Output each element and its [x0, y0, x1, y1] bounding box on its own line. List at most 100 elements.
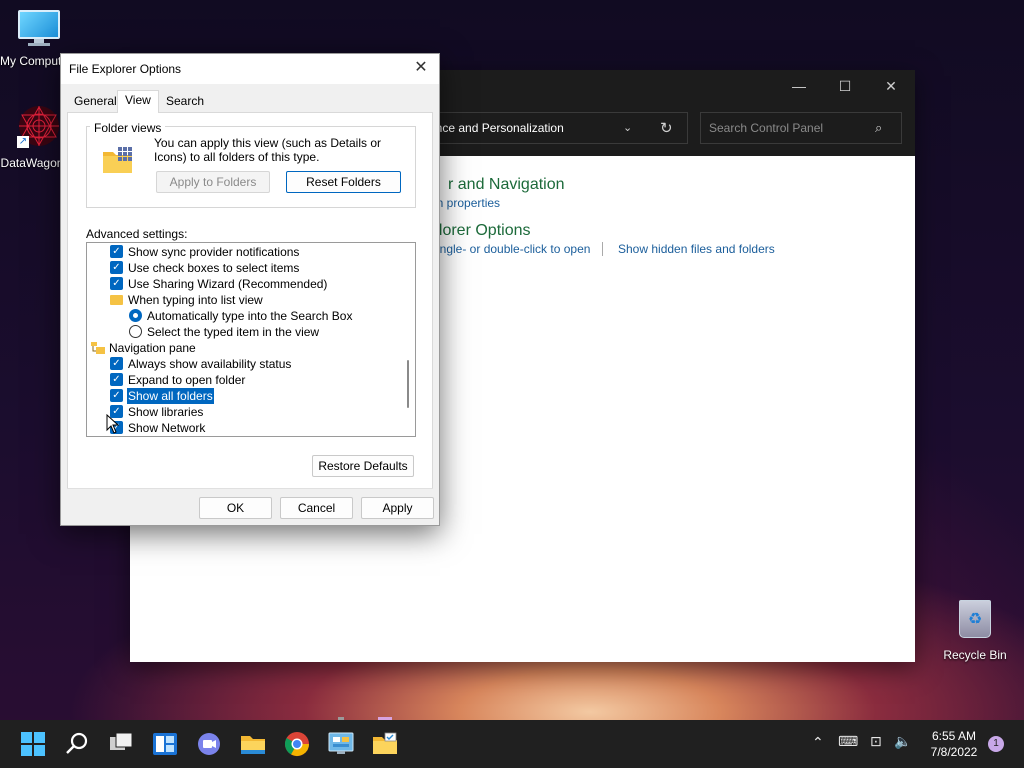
folder-view-icon: [102, 146, 134, 174]
setting-group-navigation-pane: Navigation pane: [87, 340, 397, 356]
category-heading-navigation[interactable]: r and Navigation: [448, 176, 565, 194]
tab-general[interactable]: General: [67, 92, 124, 113]
setting-label: Use check boxes to select items: [128, 261, 300, 275]
setting-label-selected: Show all folders: [127, 388, 214, 404]
file-explorer-options-dialog: File Explorer Options ✕ General View Sea…: [60, 53, 440, 526]
link-navigation-properties[interactable]: on properties: [430, 196, 500, 210]
control-panel-icon[interactable]: [326, 729, 356, 759]
setting-label: Select the typed item in the view: [147, 325, 320, 339]
setting-select-typed-item[interactable]: Select the typed item in the view: [87, 324, 397, 340]
dialog-title: File Explorer Options: [69, 62, 182, 76]
task-view-icon[interactable]: [106, 729, 136, 759]
desktop-icon-label: DataWagon: [0, 156, 64, 170]
taskbar: ⌃ ⌨ ⊡ 🔈: [0, 720, 1024, 768]
setting-label: When typing into list view: [128, 293, 263, 307]
link-single-double-click[interactable]: ingle- or double-click to open: [437, 242, 590, 256]
setting-label: Show Network: [128, 421, 206, 435]
desktop-icon-label: My Computer: [0, 54, 64, 68]
setting-expand-to-open-folder[interactable]: ✓ Expand to open folder: [87, 372, 397, 388]
folder-views-description: You can apply this view (such as Details…: [154, 136, 382, 164]
advanced-settings-list[interactable]: ✓ Show sync provider notifications ✓ Use…: [86, 242, 416, 437]
mouse-cursor-icon: [106, 413, 120, 434]
navigation-pane-icon: [91, 342, 105, 354]
checkbox-checked-icon[interactable]: ✓: [110, 373, 123, 386]
minimize-button[interactable]: —: [776, 70, 822, 102]
setting-group-typing-list-view: When typing into list view: [87, 292, 397, 308]
radio-unselected-icon[interactable]: [129, 325, 142, 338]
teams-chat-icon[interactable]: [194, 729, 224, 759]
search-icon[interactable]: [62, 729, 92, 759]
scrollbar-thumb[interactable]: [407, 360, 409, 408]
cancel-button[interactable]: Cancel: [280, 497, 353, 519]
ok-button[interactable]: OK: [199, 497, 272, 519]
chevron-up-icon[interactable]: ⌃: [812, 734, 824, 751]
apply-button[interactable]: Apply: [361, 497, 434, 519]
monitor-icon: [18, 10, 60, 46]
reset-folders-button[interactable]: Reset Folders: [286, 171, 401, 193]
tab-search[interactable]: Search: [159, 92, 211, 113]
tab-label: View: [125, 93, 151, 107]
address-text: rance and Personalization: [425, 121, 564, 135]
widgets-icon[interactable]: [150, 729, 180, 759]
desktop-icon-recycle-bin[interactable]: ♻ Recycle Bin: [936, 596, 1014, 662]
search-input[interactable]: Search Control Panel: [700, 112, 902, 144]
link-separator: [602, 242, 603, 256]
advanced-settings-label: Advanced settings:: [86, 227, 188, 241]
datawagon-logo-icon: ↗: [17, 104, 61, 148]
setting-show-sync-notifications[interactable]: ✓ Show sync provider notifications: [87, 244, 397, 260]
refresh-icon[interactable]: ↻: [660, 119, 673, 137]
folder-views-title: Folder views: [90, 121, 166, 135]
address-bar[interactable]: rance and Personalization: [425, 112, 688, 144]
checkbox-checked-icon[interactable]: ✓: [110, 277, 123, 290]
category-heading-explorer-options[interactable]: plorer Options: [430, 222, 531, 240]
button-bar-separator: [67, 488, 433, 489]
active-app-indicator: [378, 717, 392, 720]
search-placeholder: Search Control Panel: [709, 121, 824, 135]
setting-show-all-folders[interactable]: ✓ Show all folders: [87, 388, 397, 404]
search-icon[interactable]: ⌕: [875, 120, 882, 136]
setting-always-show-availability[interactable]: ✓ Always show availability status: [87, 356, 397, 372]
setting-show-libraries[interactable]: ✓ Show libraries: [87, 404, 397, 420]
network-icon[interactable]: ⊡: [870, 733, 882, 750]
checkbox-checked-icon[interactable]: ✓: [110, 357, 123, 370]
chrome-icon[interactable]: [282, 729, 312, 759]
volume-icon[interactable]: 🔈: [894, 733, 911, 750]
taskbar-clock[interactable]: 6:55 AM 7/8/2022: [921, 728, 987, 760]
dialog-titlebar: File Explorer Options ✕: [61, 54, 439, 84]
apply-to-folders-button[interactable]: Apply to Folders: [156, 171, 270, 193]
close-icon[interactable]: ✕: [411, 58, 431, 78]
tab-view[interactable]: View: [117, 90, 159, 113]
setting-use-sharing-wizard[interactable]: ✓ Use Sharing Wizard (Recommended): [87, 276, 397, 292]
setting-label: Expand to open folder: [128, 373, 246, 387]
setting-label: Always show availability status: [128, 357, 292, 371]
recycle-bin-icon: ♻: [955, 596, 995, 640]
checkbox-checked-icon[interactable]: ✓: [110, 261, 123, 274]
setting-auto-type-search-box[interactable]: Automatically type into the Search Box: [87, 308, 397, 324]
chevron-down-icon[interactable]: ⌄: [623, 121, 632, 134]
link-show-hidden-files[interactable]: Show hidden files and folders: [618, 242, 775, 256]
restore-defaults-button[interactable]: Restore Defaults: [312, 455, 414, 477]
clock-date: 7/8/2022: [930, 745, 978, 759]
clock-time: 6:55 AM: [931, 729, 977, 743]
keyboard-icon[interactable]: ⌨: [838, 733, 858, 750]
checkbox-checked-icon[interactable]: ✓: [110, 245, 123, 258]
checkbox-checked-icon[interactable]: ✓: [110, 389, 123, 402]
folder-icon: [110, 295, 123, 305]
close-button[interactable]: ✕: [868, 70, 914, 102]
setting-label: Show libraries: [128, 405, 204, 419]
setting-show-network[interactable]: ✓ Show Network: [87, 420, 397, 436]
notification-badge[interactable]: 1: [988, 736, 1004, 752]
setting-label: Use Sharing Wizard (Recommended): [128, 277, 328, 291]
setting-use-check-boxes[interactable]: ✓ Use check boxes to select items: [87, 260, 397, 276]
desktop-icon-label: Recycle Bin: [943, 648, 1007, 662]
maximize-button[interactable]: ☐: [822, 70, 868, 102]
tab-label: General: [74, 94, 117, 108]
windows-start-icon[interactable]: [18, 729, 48, 759]
setting-label: Navigation pane: [109, 341, 196, 355]
shortcut-arrow-icon: ↗: [17, 136, 29, 148]
tab-label: Search: [166, 94, 205, 108]
folder-options-icon[interactable]: [370, 729, 400, 759]
file-explorer-icon[interactable]: [238, 729, 268, 759]
radio-selected-icon[interactable]: [129, 309, 142, 322]
setting-label: Show sync provider notifications: [128, 245, 300, 259]
